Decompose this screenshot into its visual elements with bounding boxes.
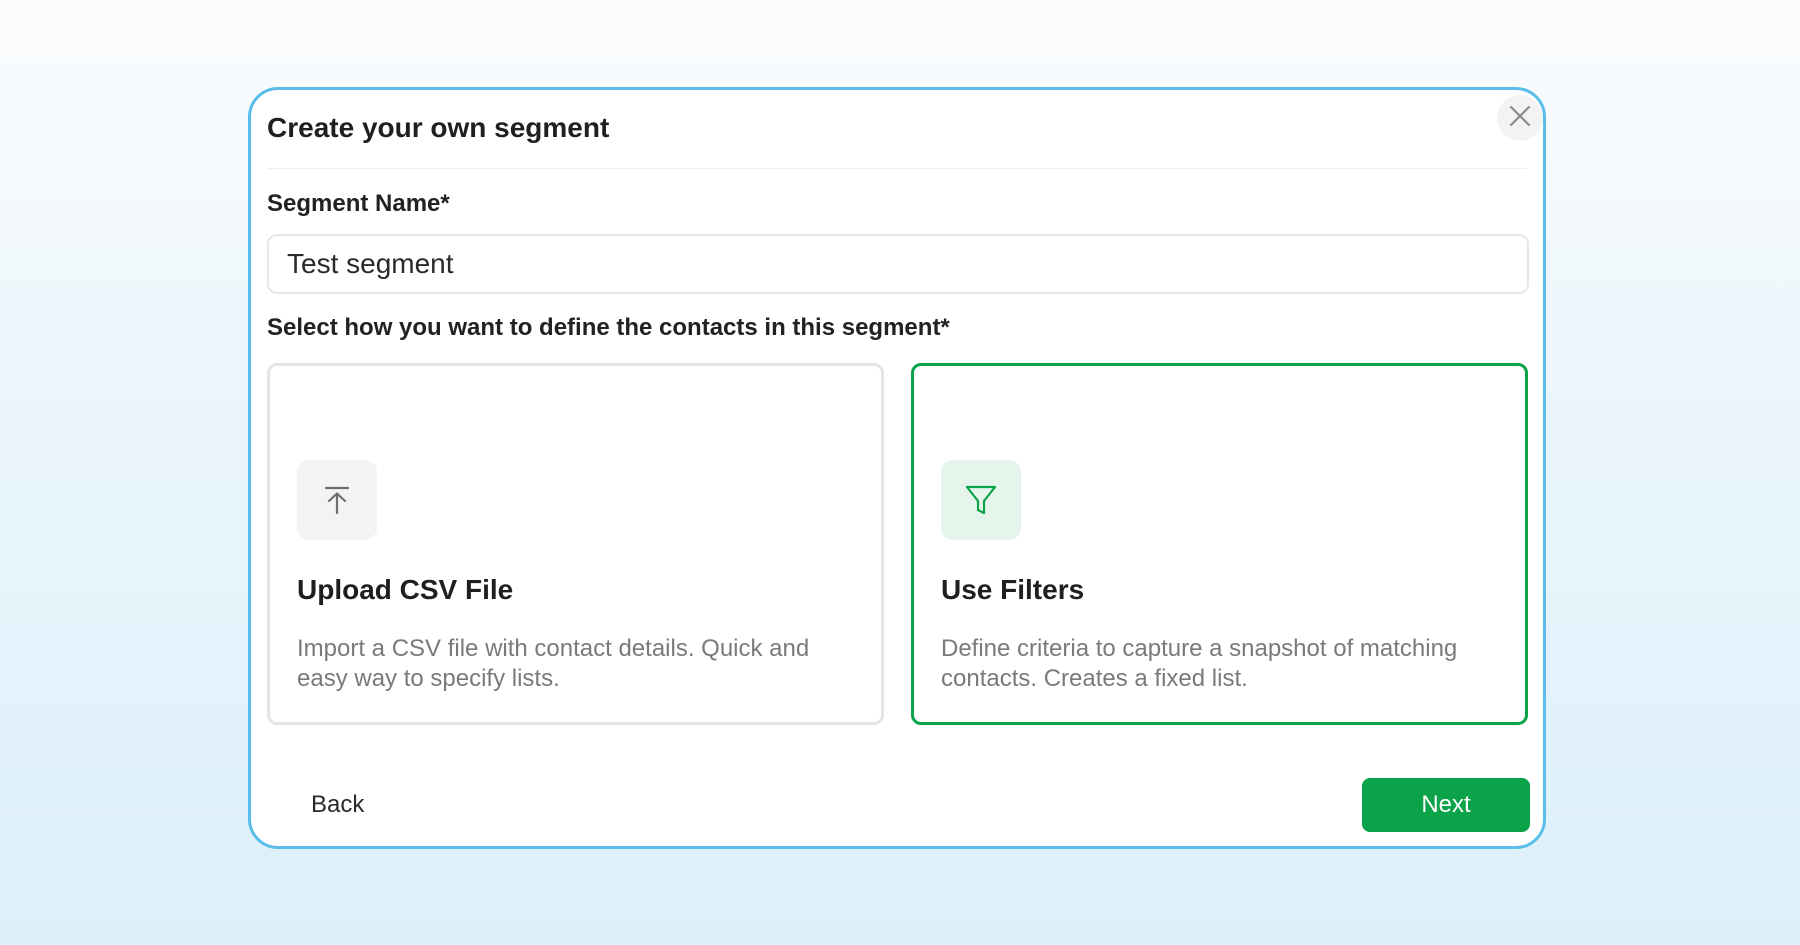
next-button[interactable]: Next — [1362, 778, 1530, 832]
modal-title: Create your own segment — [267, 112, 610, 143]
upload-icon — [297, 460, 377, 540]
close-icon — [1508, 104, 1532, 133]
use-filters-option[interactable]: Use Filters Define criteria to capture a… — [911, 363, 1528, 725]
upload-csv-option[interactable]: Upload CSV File Import a CSV file with c… — [267, 363, 884, 725]
back-button[interactable]: Back — [311, 791, 364, 819]
upload-csv-description: Import a CSV file with contact details. … — [297, 635, 810, 692]
use-filters-title: Use Filters — [941, 574, 1085, 605]
upload-csv-title: Upload CSV File — [297, 574, 514, 605]
filter-icon — [941, 460, 1021, 540]
close-button[interactable] — [1497, 95, 1543, 141]
create-segment-modal: Create your own segment Segment Name* Se… — [248, 87, 1546, 849]
definition-method-label: Select how you want to define the contac… — [267, 314, 950, 341]
segment-name-label: Segment Name* — [267, 190, 450, 217]
use-filters-description: Define criteria to capture a snapshot of… — [941, 635, 1458, 692]
segment-name-input[interactable] — [267, 234, 1529, 294]
header-divider — [267, 168, 1527, 169]
